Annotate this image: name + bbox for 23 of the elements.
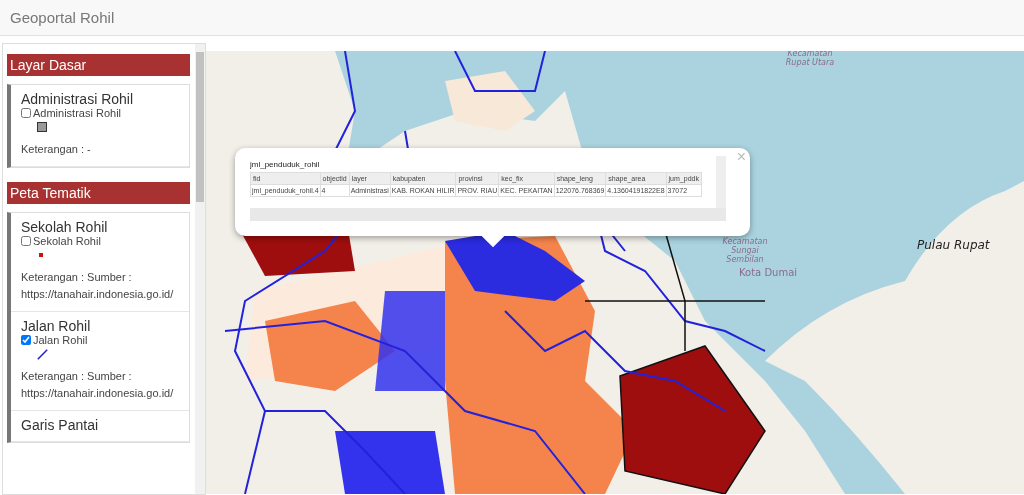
map-label: Kecamatan Sungai Sembilan <box>721 237 769 264</box>
map-label: Kota Dumai <box>739 267 798 278</box>
layer-description: Keterangan : - <box>21 142 92 157</box>
app-title: Geoportal Rohil <box>10 9 115 26</box>
layer-title: Administrasi Rohil <box>21 91 135 107</box>
layer-checkbox[interactable] <box>21 236 31 246</box>
layer-description: Keterangan : Sumber : https://tanahair.indonesia.go.id/ <box>21 270 175 302</box>
scrollbar-thumb[interactable] <box>196 52 204 202</box>
checkbox-label[interactable]: Administrasi Rohil <box>33 107 122 119</box>
section-header: Layar Dasar <box>7 54 190 76</box>
map-label: Pulau Rupat <box>917 238 990 252</box>
layer-checkbox[interactable] <box>21 108 31 118</box>
layer-checkbox[interactable] <box>21 335 31 345</box>
map-label: Kecamatan Rupat Utara <box>784 51 836 67</box>
layer-description: Keterangan : Sumber : https://tanahair.indonesia.go.id/ <box>21 369 175 401</box>
panel-scrollbar[interactable] <box>195 44 205 494</box>
layer-title: Garis Pantai <box>21 417 100 433</box>
checkbox-label[interactable]: Sekolah Rohil <box>33 235 101 247</box>
layer-title: Sekolah Rohil <box>21 219 109 235</box>
section-header: Peta Tematik <box>7 182 190 204</box>
popup-title: jml_penduduk_rohil <box>250 160 321 169</box>
layer-title: Jalan Rohil <box>21 318 92 334</box>
checkbox-label[interactable]: Jalan Rohil <box>33 334 88 346</box>
